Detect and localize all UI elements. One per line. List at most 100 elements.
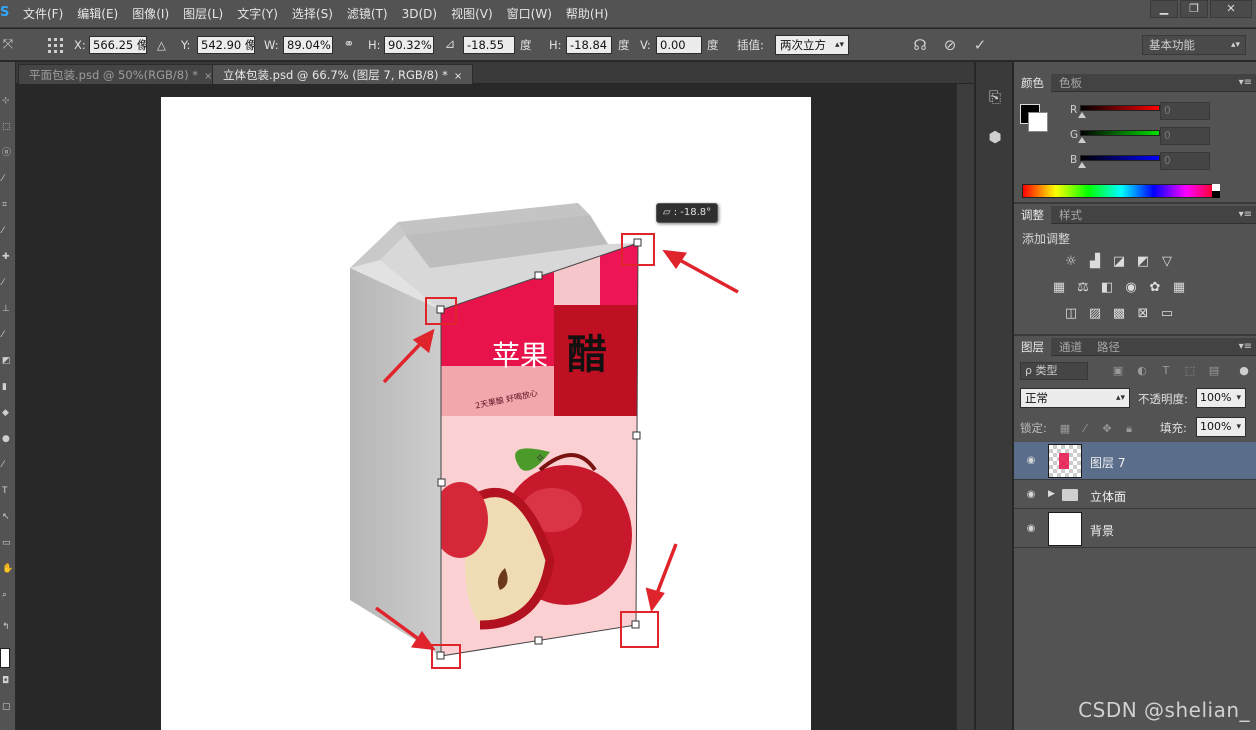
foreground-color-swatch[interactable] [0,648,10,668]
document-canvas[interactable]: 苹果 醋 2天果酿 好喝放心 ✧ [161,97,811,730]
tab-styles[interactable]: 样式 [1052,206,1089,224]
gradient-tool-icon[interactable]: ▮ [2,382,12,392]
tab-paths[interactable]: 路径 [1090,338,1127,356]
menu-filter[interactable]: 滤镜(T) [340,0,395,28]
menu-3d[interactable]: 3D(D) [395,0,444,28]
layer-row-background[interactable]: ◉ 背景 [1014,510,1256,548]
panel-menu-icon[interactable]: ▾≡ [1239,206,1252,224]
slider-thumb-icon[interactable] [1078,112,1086,118]
brightness-icon[interactable]: ☼ [1062,254,1080,270]
red-track[interactable] [1080,105,1160,111]
color-spectrum[interactable] [1022,184,1220,198]
canvas-scrollbar[interactable] [956,84,974,730]
w-field[interactable]: 89.04% [283,36,333,54]
path-select-tool-icon[interactable]: ↖ [2,512,12,522]
lock-image-icon[interactable]: ⁄ [1078,422,1092,436]
blue-slider[interactable]: B 0 [1070,152,1256,172]
hskew-field[interactable]: -18.84 [566,36,612,54]
vibrance-icon[interactable]: ▽ [1158,254,1176,270]
lock-position-icon[interactable]: ✥ [1100,422,1114,436]
type-tool-icon[interactable]: T [2,486,12,496]
tab-adjustments[interactable]: 调整 [1014,206,1051,224]
hand-tool-icon[interactable]: ✋ [2,564,13,574]
panel-menu-icon[interactable]: ▾≡ [1239,74,1252,92]
tab-swatches[interactable]: 色板 [1052,74,1089,92]
menu-select[interactable]: 选择(S) [285,0,340,28]
photo-filter-icon[interactable]: ◉ [1122,280,1140,296]
move-tool-icon[interactable]: ⊹ [2,96,12,106]
blue-value[interactable]: 0 [1160,152,1210,170]
eraser-tool-icon[interactable]: ◩ [2,356,12,366]
blue-track[interactable] [1080,155,1160,161]
properties-panel-icon[interactable]: ⬢ [984,126,1006,148]
green-slider[interactable]: G 0 [1070,127,1256,147]
reference-point-icon[interactable] [46,37,66,53]
slider-thumb-icon[interactable] [1078,162,1086,168]
filter-toggle-icon[interactable]: ● [1236,363,1252,379]
tab-channels[interactable]: 通道 [1052,338,1089,356]
history-panel-icon[interactable]: ⎘ [984,86,1006,108]
close-icon[interactable]: × [454,71,462,82]
crop-tool-icon[interactable]: ⌗ [2,200,12,210]
screen-mode-icon[interactable]: ▢ [2,702,12,712]
vskew-field[interactable]: 0.00 [656,36,702,54]
pivot-point-icon[interactable]: ✧ [535,451,545,465]
slider-thumb-icon[interactable] [1078,137,1086,143]
angle-field[interactable]: -18.55 [463,36,515,54]
tab-3d-package[interactable]: 立体包装.psd @ 66.7% (图层 7, RGB/8) * × [212,64,474,84]
curves-icon[interactable]: ◪ [1110,254,1128,270]
layer-name[interactable]: 图层 7 [1090,454,1125,471]
menu-edit[interactable]: 编辑(E) [70,0,125,28]
swap-colors-icon[interactable]: ↰ [2,622,12,632]
hue-saturation-icon[interactable]: ▦ [1050,280,1068,296]
red-value[interactable]: 0 [1160,102,1210,120]
blend-mode-select[interactable]: 正常 ▴▾ [1020,388,1130,408]
cancel-transform-icon[interactable]: ⊘ [942,37,958,53]
eyedropper-tool-icon[interactable]: ⁄ [2,226,12,236]
smart-object-filter-icon[interactable]: ▤ [1206,363,1222,379]
eye-icon[interactable]: ◉ [1024,454,1038,468]
posterize-icon[interactable]: ▨ [1086,306,1104,322]
warp-icon[interactable]: ☊ [912,37,928,53]
brush-tool-icon[interactable]: ⁄ [2,278,12,288]
black-white-ramp[interactable] [1212,184,1220,198]
levels-icon[interactable]: ▟ [1086,254,1104,270]
blur-tool-icon[interactable]: ◆ [2,408,12,418]
color-lookup-icon[interactable]: ▦ [1170,280,1188,296]
shape-filter-icon[interactable]: ⬚ [1182,363,1198,379]
selective-color-icon[interactable]: ⊠ [1134,306,1152,322]
black-white-icon[interactable]: ◧ [1098,280,1116,296]
menu-image[interactable]: 图像(I) [125,0,176,28]
zoom-tool-icon[interactable]: ⌕ [2,590,12,600]
eye-icon[interactable]: ◉ [1024,522,1038,536]
close-button[interactable]: ✕ [1210,0,1252,18]
tab-flat-package[interactable]: 平面包装.psd @ 50%(RGB/8) * × [18,64,224,84]
y-field[interactable]: 542.90 像 [197,36,255,54]
invert-icon[interactable]: ◫ [1062,306,1080,322]
stamp-tool-icon[interactable]: ⊥ [2,304,12,314]
x-field[interactable]: 566.25 像 [89,36,147,54]
layer-name[interactable]: 立体面 [1090,488,1126,505]
commit-transform-icon[interactable]: ✓ [972,37,988,53]
lock-transparent-icon[interactable]: ▦ [1058,422,1072,436]
shape-tool-icon[interactable]: ▭ [2,538,12,548]
tab-color[interactable]: 颜色 [1014,74,1051,92]
red-slider[interactable]: R 0 [1070,102,1256,122]
dodge-tool-icon[interactable]: ● [2,434,12,444]
quick-mask-icon[interactable]: ◘ [2,676,12,686]
layer-row-layer7[interactable]: ◉ 图层 7 [1014,442,1256,480]
h-field[interactable]: 90.32% [384,36,434,54]
link-icon[interactable]: ⚭ [341,37,357,53]
color-balance-icon[interactable]: ⚖ [1074,280,1092,296]
menu-type[interactable]: 文字(Y) [230,0,285,28]
transform-tool-icon[interactable]: ⤧ [0,37,16,53]
background-swatch[interactable] [1028,112,1048,132]
layer-name[interactable]: 背景 [1090,522,1114,539]
expand-arrow-icon[interactable]: ▶ [1048,489,1055,499]
menu-file[interactable]: 文件(F) [16,0,70,28]
eye-icon[interactable]: ◉ [1024,488,1038,502]
adjustment-filter-icon[interactable]: ◐ [1134,363,1150,379]
delta-icon[interactable]: △ [157,29,166,61]
exposure-icon[interactable]: ◩ [1134,254,1152,270]
green-track[interactable] [1080,130,1160,136]
